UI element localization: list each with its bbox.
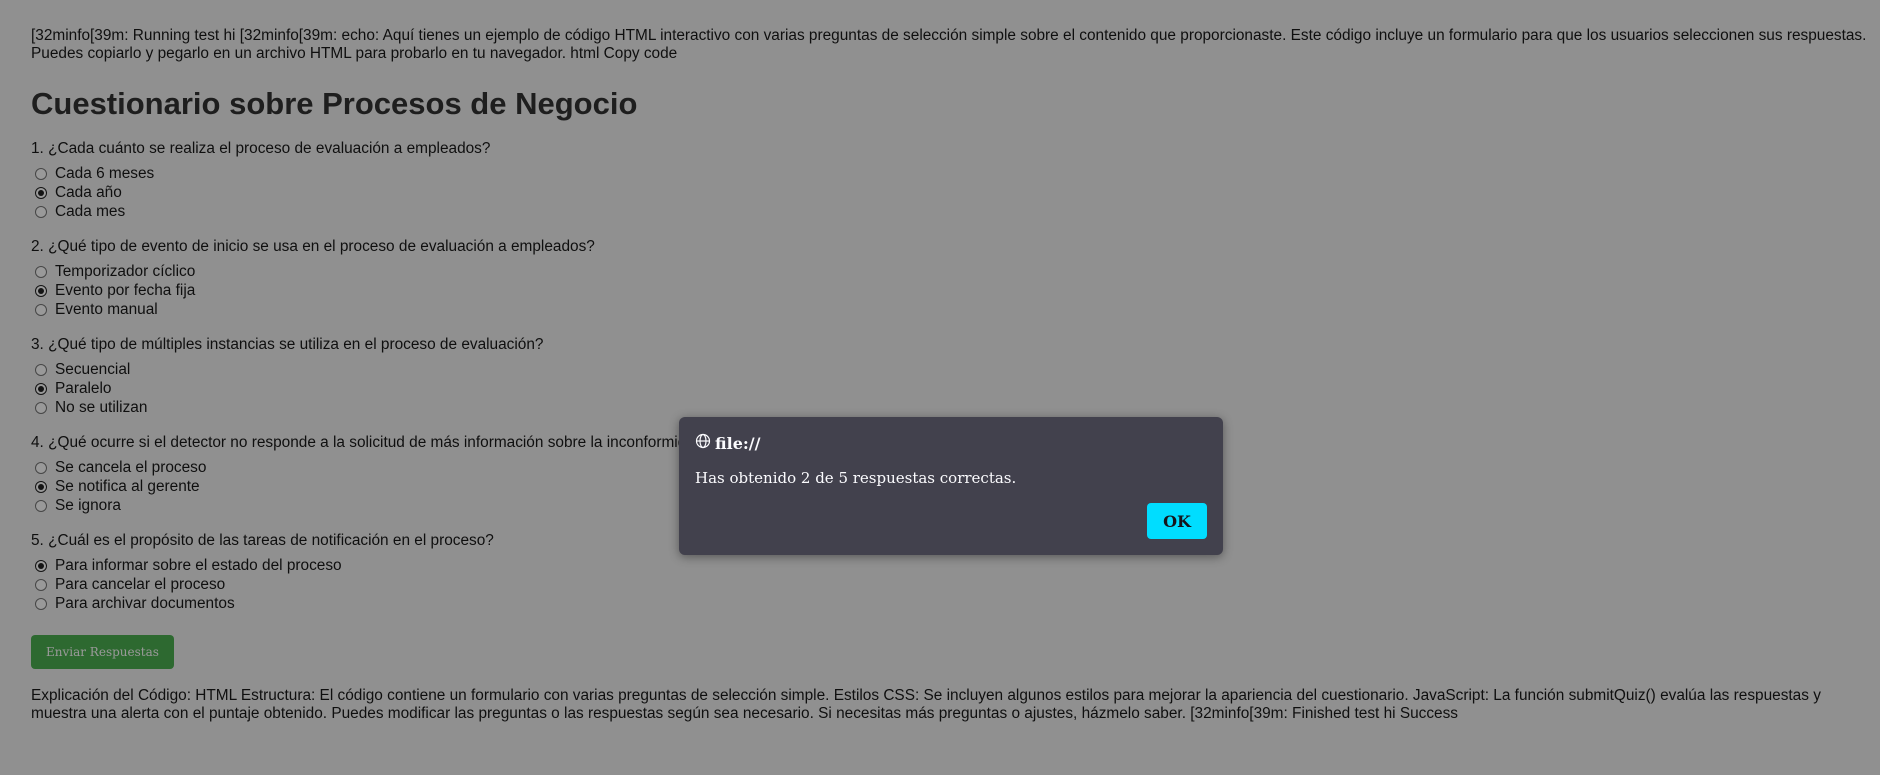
ok-button[interactable]: OK xyxy=(1147,503,1207,539)
alert-dialog: file:// Has obtenido 2 de 5 respuestas c… xyxy=(679,417,1223,555)
dialog-message: Has obtenido 2 de 5 respuestas correctas… xyxy=(695,469,1017,487)
dialog-title-text: file:// xyxy=(715,433,761,453)
globe-icon xyxy=(695,433,711,453)
modal-overlay xyxy=(0,0,1880,775)
dialog-title: file:// xyxy=(695,433,760,453)
